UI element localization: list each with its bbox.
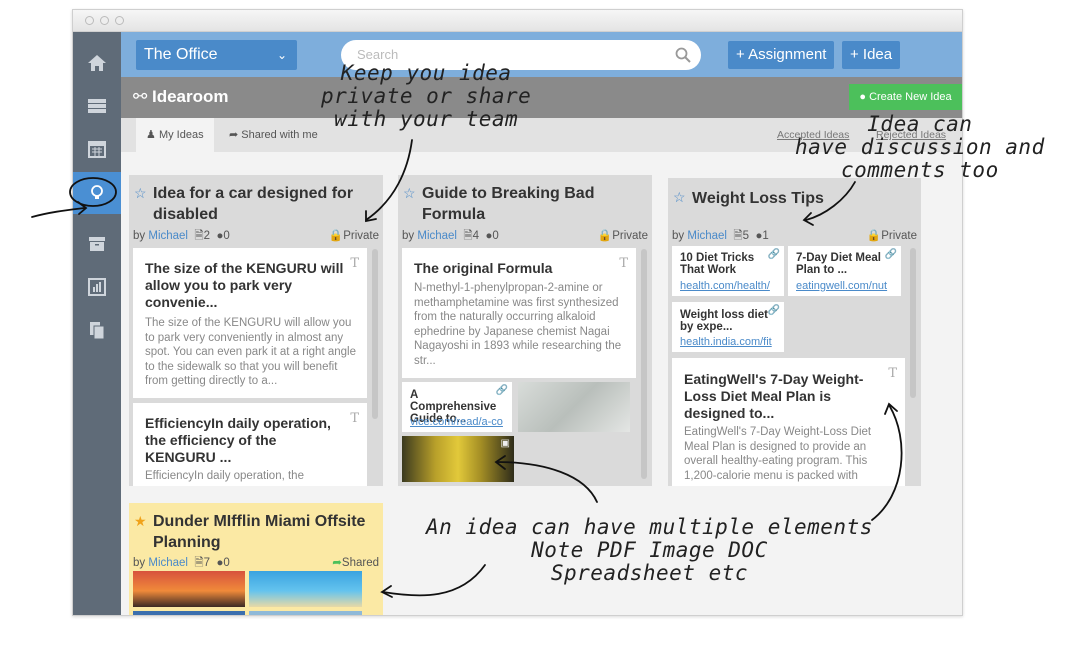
annotation-privacy: Keep you idea private or share with your t…: [321, 61, 532, 131]
annotation-discussion: Idea can have discussion and comments too: [795, 112, 1045, 182]
annotation-elements: An idea can have multiple elements Note P…: [426, 515, 873, 585]
